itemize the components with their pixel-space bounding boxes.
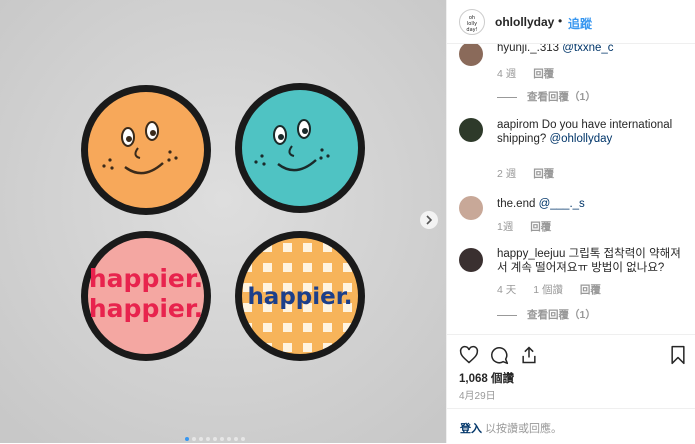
view-replies-label: 查看回覆（1） [527, 91, 596, 103]
photo-canvas: happier. happier. happier. [0, 0, 446, 443]
share-icon[interactable] [519, 345, 539, 365]
account-avatar[interactable]: oh lolly day! [459, 9, 485, 35]
divider-line [497, 96, 517, 98]
chevron-right-icon [426, 215, 433, 225]
carousel-dot [199, 437, 203, 441]
divider-line [497, 314, 517, 316]
comment-username[interactable]: the.end [497, 198, 535, 210]
post-header: oh lolly day! ohlollyday • 追蹤 [447, 0, 695, 44]
carousel-dot [227, 437, 231, 441]
follow-button[interactable]: 追蹤 [568, 15, 592, 32]
reply-button[interactable]: 回覆 [530, 221, 551, 233]
login-link[interactable]: 登入 [460, 423, 482, 435]
bookmark-icon[interactable] [669, 345, 687, 365]
post-date[interactable]: 4月29日 [459, 387, 496, 402]
svg-text:happier.: happier. [89, 264, 203, 293]
login-suffix: 以按讚或回應。 [485, 423, 563, 435]
svg-text:happier.: happier. [247, 284, 352, 310]
comment-meta: 4 週 回覆 [497, 66, 568, 81]
logo-icon: oh lolly day! [466, 15, 477, 33]
post-side-panel: oh lolly day! ohlollyday • 追蹤 hyunji._.3… [446, 0, 695, 443]
account-username[interactable]: ohlollyday [495, 15, 554, 29]
comment-meta: 4 天 1 個讚 回覆 [497, 282, 615, 297]
comment-username[interactable]: happy_leejuu [497, 248, 565, 260]
comment-username[interactable]: aapirom [497, 119, 539, 131]
comment-icon[interactable] [489, 345, 509, 365]
carousel-dots [185, 428, 248, 443]
view-replies-label: 查看回覆（1） [527, 309, 596, 321]
login-text: 登入 以按讚或回應。 [460, 420, 562, 436]
svg-text:happier.: happier. [89, 294, 203, 323]
badge-teal-face [235, 83, 365, 213]
comment-text: happy_leejuu 그립톡 접착력이 약해져서 계속 떨어져요ㅠ 방법이 … [497, 247, 685, 275]
view-replies-button[interactable]: 查看回覆（1） [497, 307, 596, 322]
badge-pink-happier: happier. happier. [81, 231, 211, 361]
commenter-avatar[interactable] [459, 248, 483, 272]
carousel-dot [234, 437, 238, 441]
comments-list[interactable]: hyunji._.313 @txxne_c 4 週 回覆 查看回覆（1） aap… [447, 44, 695, 334]
comment-text: aapirom Do you have international shippi… [497, 118, 685, 146]
comment-mention[interactable]: @txxne_c [562, 44, 613, 54]
commenter-avatar[interactable] [459, 118, 483, 142]
comment-text: the.end @___._s [497, 197, 685, 211]
comment-meta: 1週 回覆 [497, 219, 565, 234]
svg-text:day!: day! [466, 27, 477, 33]
comment-likes[interactable]: 1 個讚 [533, 284, 563, 296]
post-actions: 1,068 個讚 4月29日 登入 以按讚或回應。 [447, 334, 695, 443]
badge-orange-face [81, 85, 211, 215]
reply-button[interactable]: 回覆 [580, 284, 601, 296]
view-replies-button[interactable]: 查看回覆（1） [497, 89, 596, 104]
like-count[interactable]: 1,068 個讚 [459, 370, 514, 386]
login-prompt: 登入 以按讚或回應。 [447, 408, 695, 444]
comment-meta: 2 週 回覆 [497, 166, 568, 181]
comment-mention[interactable]: @___._s [539, 198, 585, 210]
comment-text: hyunji._.313 @txxne_c [497, 44, 685, 55]
separator-dot: • [558, 14, 563, 28]
comment-time[interactable]: 1週 [497, 221, 513, 233]
comment-time[interactable]: 2 週 [497, 168, 516, 180]
comment-time[interactable]: 4 天 [497, 284, 516, 296]
comment-time[interactable]: 4 週 [497, 68, 516, 80]
carousel-dot [206, 437, 210, 441]
next-photo-button[interactable] [420, 211, 438, 229]
carousel-dot [241, 437, 245, 441]
reply-button[interactable]: 回覆 [533, 168, 554, 180]
commenter-avatar[interactable] [459, 196, 483, 220]
commenter-avatar[interactable] [459, 44, 483, 66]
carousel-dot [192, 437, 196, 441]
carousel-dot [220, 437, 224, 441]
comment-username[interactable]: hyunji._.313 [497, 44, 559, 54]
reply-button[interactable]: 回覆 [533, 68, 554, 80]
carousel-dot [213, 437, 217, 441]
carousel-dot [185, 437, 189, 441]
heart-icon[interactable] [459, 345, 479, 365]
badge-checker-happier: happier. [235, 231, 365, 361]
post-photo: happier. happier. happier. [0, 0, 446, 443]
comment-mention[interactable]: @ohlollyday [549, 133, 612, 145]
